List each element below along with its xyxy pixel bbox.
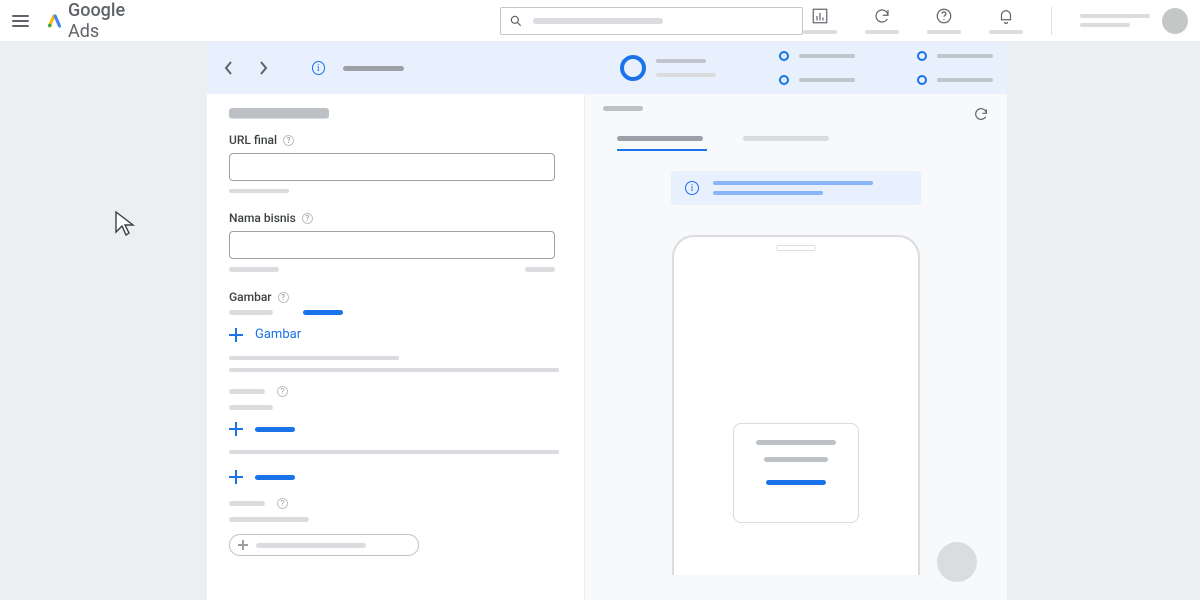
help-icon[interactable]: ? bbox=[283, 135, 294, 146]
preview-tabs bbox=[617, 136, 989, 151]
plus-icon bbox=[229, 470, 243, 484]
header-action-reports[interactable] bbox=[803, 7, 837, 34]
url-final-input[interactable] bbox=[229, 153, 555, 181]
form-panel: URL final ? Nama bisnis ? Gambar bbox=[207, 94, 585, 600]
add-item-button-1[interactable] bbox=[229, 422, 562, 436]
link-row bbox=[229, 405, 562, 410]
helper-left bbox=[229, 267, 279, 272]
avatar bbox=[1162, 8, 1188, 34]
refresh-icon bbox=[873, 7, 891, 25]
fab-button[interactable] bbox=[937, 542, 977, 582]
gambar-label: Gambar ? bbox=[229, 290, 562, 304]
step-ring-active bbox=[620, 55, 646, 81]
add-item-button-2[interactable] bbox=[229, 470, 562, 484]
step-3[interactable] bbox=[917, 51, 993, 85]
section-label: ? bbox=[229, 386, 562, 397]
phone-preview bbox=[672, 235, 920, 575]
plus-icon bbox=[238, 540, 248, 550]
help-icon[interactable]: ? bbox=[277, 498, 288, 509]
gambar-links bbox=[229, 310, 562, 315]
help-icon[interactable]: ? bbox=[278, 292, 289, 303]
content-panels: URL final ? Nama bisnis ? Gambar bbox=[207, 94, 1007, 600]
divider bbox=[229, 450, 559, 454]
add-gambar-label: Gambar bbox=[255, 327, 301, 342]
section-title bbox=[229, 108, 329, 119]
account-switcher[interactable] bbox=[1080, 8, 1188, 34]
header-action-notifications[interactable] bbox=[989, 7, 1023, 34]
preview-panel: i bbox=[585, 94, 1007, 600]
help-icon[interactable]: ? bbox=[277, 386, 288, 397]
preview-tab-active[interactable] bbox=[617, 136, 707, 151]
nav-forward[interactable] bbox=[255, 59, 271, 77]
top-header: Google Ads bbox=[0, 0, 1200, 42]
plus-icon bbox=[229, 328, 243, 342]
ads-logo-icon bbox=[47, 13, 62, 29]
add-item-label bbox=[255, 475, 295, 480]
preview-tab-inactive[interactable] bbox=[743, 136, 833, 151]
info-icon: i bbox=[312, 61, 325, 75]
business-name-label: Nama bisnis ? bbox=[229, 211, 562, 225]
search-icon bbox=[509, 14, 523, 28]
add-item-label bbox=[255, 427, 295, 432]
add-gambar-button[interactable]: Gambar bbox=[229, 327, 562, 342]
menu-icon[interactable] bbox=[12, 15, 29, 27]
separator bbox=[1051, 7, 1052, 35]
search-input[interactable] bbox=[500, 7, 803, 35]
plus-icon bbox=[229, 422, 243, 436]
info-icon: i bbox=[685, 181, 699, 195]
business-name-input[interactable] bbox=[229, 231, 555, 259]
ad-card-preview bbox=[733, 423, 859, 523]
chip-input[interactable] bbox=[229, 534, 419, 556]
phone-speaker bbox=[776, 245, 816, 251]
url-final-label: URL final ? bbox=[229, 133, 562, 147]
info-notice: i bbox=[671, 171, 921, 205]
gambar-option-1[interactable] bbox=[229, 310, 273, 315]
header-actions bbox=[803, 7, 1188, 35]
logo-text: Google Ads bbox=[68, 0, 155, 42]
bell-icon bbox=[997, 7, 1015, 25]
chip-placeholder bbox=[256, 543, 366, 548]
section-label: ? bbox=[229, 498, 562, 509]
chart-icon bbox=[811, 7, 829, 25]
helper-right bbox=[525, 267, 555, 272]
page-body: i bbox=[0, 42, 1200, 600]
cursor-icon bbox=[113, 210, 137, 242]
help-icon[interactable]: ? bbox=[302, 213, 313, 224]
search-placeholder bbox=[533, 18, 663, 24]
refresh-preview-button[interactable] bbox=[973, 106, 989, 122]
header-action-help[interactable] bbox=[927, 7, 961, 34]
step-2[interactable] bbox=[779, 51, 855, 85]
stepper-bar: i bbox=[207, 42, 1007, 94]
logo[interactable]: Google Ads bbox=[47, 0, 155, 42]
breadcrumb-text bbox=[343, 66, 405, 71]
step-current[interactable] bbox=[620, 55, 716, 81]
header-action-refresh[interactable] bbox=[865, 7, 899, 34]
nav-back[interactable] bbox=[221, 59, 237, 77]
gambar-option-2[interactable] bbox=[303, 310, 343, 315]
help-icon bbox=[935, 7, 953, 25]
preview-label bbox=[603, 106, 643, 111]
